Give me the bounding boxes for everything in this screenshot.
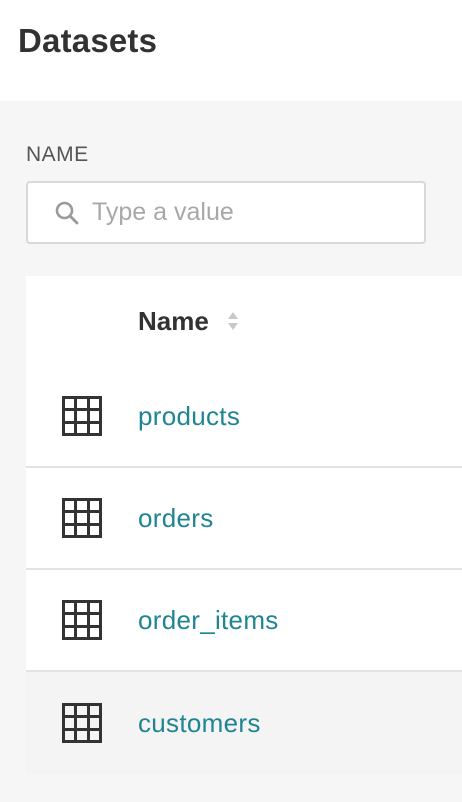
- table-grid-icon: [62, 498, 102, 538]
- dataset-link[interactable]: orders: [138, 503, 214, 534]
- dataset-link[interactable]: customers: [138, 708, 261, 739]
- search-input[interactable]: [92, 198, 412, 227]
- sort-icon[interactable]: [227, 310, 239, 332]
- filter-label: NAME: [26, 143, 89, 166]
- table-grid-icon: [62, 396, 102, 436]
- search-box[interactable]: [26, 181, 426, 244]
- column-header-name[interactable]: Name: [138, 306, 209, 337]
- table-row[interactable]: orders: [26, 468, 462, 570]
- table-row[interactable]: customers: [26, 672, 462, 774]
- name-filter: NAME: [0, 101, 462, 244]
- table-header: Name: [26, 276, 462, 366]
- datasets-table: Name products orders order_items custome…: [26, 276, 462, 774]
- dataset-link[interactable]: products: [138, 401, 240, 432]
- page-header: Datasets: [0, 0, 462, 101]
- table-row[interactable]: order_items: [26, 570, 462, 672]
- table-row[interactable]: products: [26, 366, 462, 468]
- search-icon: [54, 200, 80, 226]
- table-grid-icon: [62, 600, 102, 640]
- dataset-link[interactable]: order_items: [138, 605, 279, 636]
- table-grid-icon: [62, 703, 102, 743]
- page-title: Datasets: [18, 22, 158, 59]
